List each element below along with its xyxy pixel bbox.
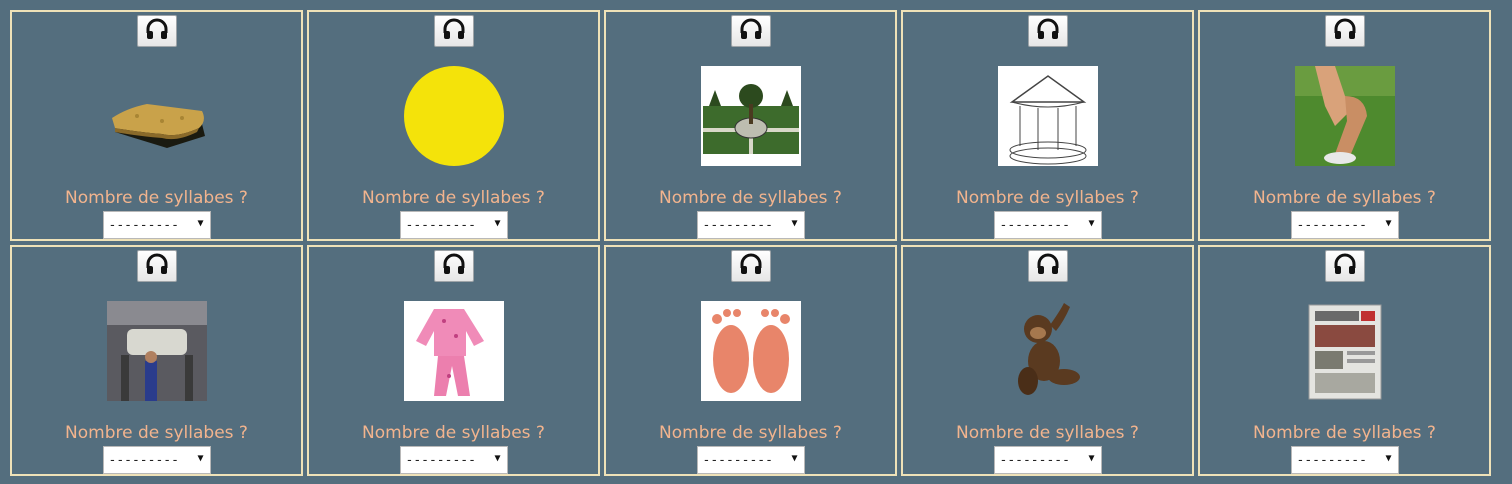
question-label: Nombre de syllabes ?: [1253, 188, 1436, 208]
carousel-image: [997, 66, 1098, 166]
audio-button[interactable]: [433, 250, 474, 282]
headphones-icon: [144, 251, 170, 281]
syllable-count-select[interactable]: --------- ▼: [102, 446, 211, 474]
headphones-icon: [1035, 16, 1061, 46]
exercise-cell-2: Nombre de syllabes ? --------- ▼: [307, 10, 600, 241]
audio-button[interactable]: [1324, 250, 1365, 282]
question-label: Nombre de syllabes ?: [65, 188, 248, 208]
audio-button[interactable]: [1027, 250, 1068, 282]
dropdown-arrow-icon: ▼: [494, 218, 501, 229]
garage-image: [106, 301, 207, 401]
audio-button[interactable]: [433, 15, 474, 47]
syllable-count-select[interactable]: --------- ▼: [102, 211, 211, 239]
headphones-icon: [1035, 251, 1061, 281]
knee-image: [1294, 66, 1395, 166]
sun-image: [403, 66, 504, 166]
dropdown-arrow-icon: ▼: [791, 218, 798, 229]
sponge-image: [107, 66, 207, 166]
syllable-count-select[interactable]: --------- ▼: [399, 211, 508, 239]
pajamas-image: [403, 301, 504, 401]
audio-button[interactable]: [1027, 15, 1068, 47]
question-label: Nombre de syllabes ?: [362, 188, 545, 208]
garden-image: [700, 66, 801, 166]
exercise-cell-7: Nombre de syllabes ? --------- ▼: [307, 245, 600, 476]
question-label: Nombre de syllabes ?: [956, 188, 1139, 208]
exercise-cell-8: Nombre de syllabes ? --------- ▼: [604, 245, 897, 476]
headphones-icon: [1332, 16, 1358, 46]
dropdown-arrow-icon: ▼: [1088, 218, 1095, 229]
dropdown-arrow-icon: ▼: [1385, 218, 1392, 229]
exercise-cell-4: Nombre de syllabes ? --------- ▼: [901, 10, 1194, 241]
exercise-cell-5: Nombre de syllabes ? --------- ▼: [1198, 10, 1491, 241]
dropdown-arrow-icon: ▼: [197, 453, 204, 464]
dropdown-arrow-icon: ▼: [494, 453, 501, 464]
dropdown-arrow-icon: ▼: [1088, 453, 1095, 464]
exercise-cell-9: Nombre de syllabes ? --------- ▼: [901, 245, 1194, 476]
exercise-cell-1: Nombre de syllabes ? --------- ▼: [10, 10, 303, 241]
headphones-icon: [738, 251, 764, 281]
audio-button[interactable]: [730, 250, 771, 282]
question-label: Nombre de syllabes ?: [956, 423, 1139, 443]
syllable-count-select[interactable]: --------- ▼: [696, 211, 805, 239]
syllable-count-select[interactable]: --------- ▼: [399, 446, 508, 474]
syllable-count-select[interactable]: --------- ▼: [1290, 446, 1399, 474]
newspaper-image: [1295, 301, 1395, 401]
headphones-icon: [738, 16, 764, 46]
audio-button[interactable]: [1324, 15, 1365, 47]
syllable-count-select[interactable]: --------- ▼: [696, 446, 805, 474]
audio-button[interactable]: [136, 15, 177, 47]
monkey-image: [998, 301, 1098, 401]
exercise-grid: Nombre de syllabes ? --------- ▼ Nombre d…: [10, 10, 1491, 476]
exercise-cell-10: Nombre de syllabes ? --------- ▼: [1198, 245, 1491, 476]
question-label: Nombre de syllabes ?: [659, 188, 842, 208]
question-label: Nombre de syllabes ?: [65, 423, 248, 443]
audio-button[interactable]: [730, 15, 771, 47]
question-label: Nombre de syllabes ?: [362, 423, 545, 443]
dropdown-arrow-icon: ▼: [791, 453, 798, 464]
dropdown-arrow-icon: ▼: [197, 218, 204, 229]
headphones-icon: [144, 16, 170, 46]
syllable-count-select[interactable]: --------- ▼: [993, 446, 1102, 474]
audio-button[interactable]: [136, 250, 177, 282]
dropdown-arrow-icon: ▼: [1385, 453, 1392, 464]
headphones-icon: [441, 16, 467, 46]
exercise-cell-3: Nombre de syllabes ? --------- ▼: [604, 10, 897, 241]
exercise-cell-6: Nombre de syllabes ? --------- ▼: [10, 245, 303, 476]
question-label: Nombre de syllabes ?: [1253, 423, 1436, 443]
syllable-count-select[interactable]: --------- ▼: [1290, 211, 1399, 239]
syllable-count-select[interactable]: --------- ▼: [993, 211, 1102, 239]
headphones-icon: [1332, 251, 1358, 281]
feet-image: [700, 301, 801, 401]
headphones-icon: [441, 251, 467, 281]
question-label: Nombre de syllabes ?: [659, 423, 842, 443]
